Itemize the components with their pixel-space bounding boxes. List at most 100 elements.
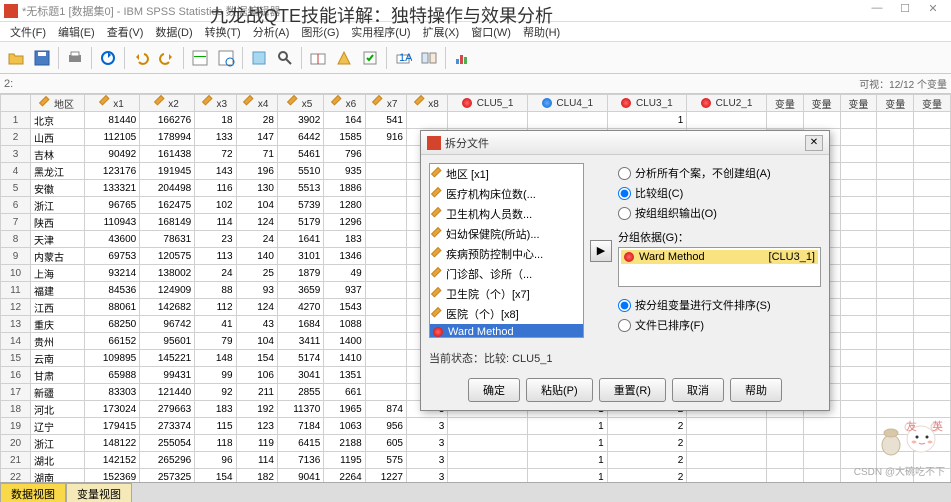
- cell[interactable]: 112: [195, 299, 236, 316]
- cell[interactable]: 124: [236, 299, 277, 316]
- tab-data-view[interactable]: 数据视图: [0, 483, 66, 502]
- cell[interactable]: 143: [195, 163, 236, 180]
- cell[interactable]: 浙江: [31, 435, 85, 452]
- cell[interactable]: [914, 282, 951, 299]
- cell[interactable]: 1886: [324, 180, 365, 197]
- cell[interactable]: 104: [236, 197, 277, 214]
- cell[interactable]: 安徽: [31, 180, 85, 197]
- cell[interactable]: 辽宁: [31, 418, 85, 435]
- cell[interactable]: [840, 418, 877, 435]
- cell[interactable]: 陕西: [31, 214, 85, 231]
- cell[interactable]: 71: [236, 146, 277, 163]
- row-header[interactable]: 1: [1, 112, 31, 129]
- row-header[interactable]: 13: [1, 316, 31, 333]
- cell[interactable]: [365, 197, 406, 214]
- row-header[interactable]: 6: [1, 197, 31, 214]
- cell[interactable]: [840, 180, 877, 197]
- cell[interactable]: [840, 384, 877, 401]
- ok-button[interactable]: 确定: [468, 378, 520, 402]
- cell[interactable]: 92: [195, 384, 236, 401]
- cell[interactable]: 1543: [324, 299, 365, 316]
- row-header[interactable]: 18: [1, 401, 31, 418]
- cell[interactable]: [914, 367, 951, 384]
- cell[interactable]: [840, 265, 877, 282]
- cell[interactable]: 123176: [85, 163, 140, 180]
- cell[interactable]: [687, 112, 767, 129]
- cell[interactable]: [877, 299, 914, 316]
- cell[interactable]: 178994: [140, 129, 195, 146]
- cell[interactable]: 96765: [85, 197, 140, 214]
- column-header[interactable]: 变量: [803, 95, 840, 112]
- cell[interactable]: 5513: [277, 180, 323, 197]
- column-header[interactable]: 变量: [840, 95, 877, 112]
- group-item[interactable]: Ward Method [CLU3_1]: [621, 250, 818, 264]
- cell[interactable]: 72: [195, 146, 236, 163]
- cell[interactable]: [448, 452, 528, 469]
- cell[interactable]: 1965: [324, 401, 365, 418]
- cell[interactable]: 23: [195, 231, 236, 248]
- radio-organize-output[interactable]: 按组组织输出(O): [618, 203, 821, 223]
- cell[interactable]: 191945: [140, 163, 195, 180]
- cell[interactable]: 99: [195, 367, 236, 384]
- var-list-item[interactable]: 医疗机构床位数(...: [430, 184, 583, 204]
- cell[interactable]: [365, 231, 406, 248]
- cancel-button[interactable]: 取消: [672, 378, 724, 402]
- cell[interactable]: [766, 469, 803, 483]
- cell[interactable]: 河北: [31, 401, 85, 418]
- row-header[interactable]: 8: [1, 231, 31, 248]
- cell[interactable]: [365, 180, 406, 197]
- radio-all-cases[interactable]: 分析所有个案，不创建组(A): [618, 163, 821, 183]
- cell[interactable]: 云南: [31, 350, 85, 367]
- cell[interactable]: 福建: [31, 282, 85, 299]
- cell[interactable]: [877, 350, 914, 367]
- cell[interactable]: 110943: [85, 214, 140, 231]
- cell[interactable]: [365, 367, 406, 384]
- cell[interactable]: 1684: [277, 316, 323, 333]
- use-sets-icon[interactable]: [417, 46, 441, 70]
- radio-sort-by-group[interactable]: 按分组变量进行文件排序(S): [618, 295, 821, 315]
- menu-item[interactable]: 查看(V): [101, 22, 150, 41]
- cell[interactable]: 273374: [140, 418, 195, 435]
- cell[interactable]: [365, 265, 406, 282]
- cell[interactable]: 106: [236, 367, 277, 384]
- cell[interactable]: 2: [607, 418, 687, 435]
- row-header[interactable]: 14: [1, 333, 31, 350]
- cell[interactable]: [803, 452, 840, 469]
- cell[interactable]: 1280: [324, 197, 365, 214]
- cell[interactable]: 88061: [85, 299, 140, 316]
- column-header[interactable]: x4: [236, 95, 277, 112]
- cell[interactable]: 145221: [140, 350, 195, 367]
- cell[interactable]: [914, 350, 951, 367]
- close-button[interactable]: ✕: [919, 2, 947, 20]
- cell[interactable]: 265296: [140, 452, 195, 469]
- cell[interactable]: 9041: [277, 469, 323, 483]
- cell[interactable]: 102: [195, 197, 236, 214]
- cell[interactable]: 3: [407, 435, 448, 452]
- cell[interactable]: 78631: [140, 231, 195, 248]
- cell[interactable]: 83303: [85, 384, 140, 401]
- cell[interactable]: [766, 452, 803, 469]
- cell[interactable]: 123: [236, 418, 277, 435]
- goto-icon[interactable]: [188, 46, 212, 70]
- cell[interactable]: [687, 418, 767, 435]
- cell[interactable]: 119: [236, 435, 277, 452]
- cell[interactable]: 120575: [140, 248, 195, 265]
- cell[interactable]: 66152: [85, 333, 140, 350]
- cell[interactable]: 204498: [140, 180, 195, 197]
- cell[interactable]: 68250: [85, 316, 140, 333]
- cell[interactable]: 25: [236, 265, 277, 282]
- cell[interactable]: [365, 350, 406, 367]
- cell[interactable]: 43600: [85, 231, 140, 248]
- cell[interactable]: [840, 299, 877, 316]
- cell[interactable]: 173024: [85, 401, 140, 418]
- column-header[interactable]: CLU3_1: [607, 95, 687, 112]
- max-button[interactable]: ☐: [891, 2, 919, 20]
- cell[interactable]: 1227: [365, 469, 406, 483]
- cell[interactable]: 黑龙江: [31, 163, 85, 180]
- cell[interactable]: 65988: [85, 367, 140, 384]
- cell[interactable]: 1: [528, 469, 608, 483]
- cell[interactable]: 142152: [85, 452, 140, 469]
- undo-icon[interactable]: [129, 46, 153, 70]
- cell[interactable]: 140: [236, 248, 277, 265]
- column-header[interactable]: 变量: [914, 95, 951, 112]
